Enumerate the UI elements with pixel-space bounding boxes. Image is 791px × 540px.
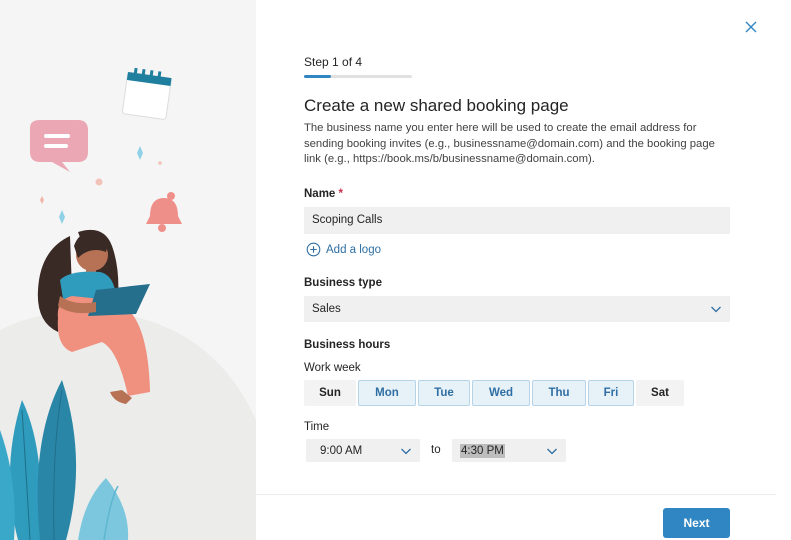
step-indicator: Step 1 of 4 bbox=[304, 55, 363, 69]
calendar-icon bbox=[122, 67, 172, 120]
bell-icon bbox=[146, 192, 182, 232]
day-toggle-sun[interactable]: Sun bbox=[304, 380, 356, 406]
page-description: The business name you enter here will be… bbox=[304, 122, 715, 165]
booking-illustration bbox=[0, 67, 256, 540]
sparkle-icon bbox=[40, 196, 44, 204]
day-toggle-fri[interactable]: Fri bbox=[588, 380, 634, 406]
progress-bar-fill bbox=[304, 75, 331, 78]
time-separator: to bbox=[431, 444, 441, 456]
start-time-select[interactable]: 9:00 AM bbox=[306, 439, 420, 462]
progress-bar bbox=[304, 75, 412, 78]
start-time-value: 9:00 AM bbox=[320, 444, 363, 457]
chevron-down-icon bbox=[547, 448, 557, 454]
illustration-panel bbox=[0, 0, 256, 540]
close-button[interactable] bbox=[742, 18, 760, 36]
day-toggle-mon[interactable]: Mon bbox=[358, 380, 416, 406]
work-week-days: Sun Mon Tue Wed Thu Fri Sat bbox=[304, 380, 684, 406]
day-toggle-sat[interactable]: Sat bbox=[636, 380, 684, 406]
work-week-label: Work week bbox=[304, 362, 361, 374]
name-label: Name * bbox=[304, 188, 343, 200]
add-circle-icon bbox=[306, 242, 321, 257]
business-type-label: Business type bbox=[304, 277, 382, 289]
day-toggle-thu[interactable]: Thu bbox=[532, 380, 586, 406]
business-type-select[interactable]: Sales bbox=[304, 296, 730, 322]
required-marker: * bbox=[338, 188, 344, 200]
add-logo-label: Add a logo bbox=[326, 243, 381, 256]
chevron-down-icon bbox=[401, 448, 411, 454]
add-logo-button[interactable]: Add a logo bbox=[306, 242, 381, 257]
end-time-select[interactable]: 4:30 PM bbox=[452, 439, 566, 462]
chevron-down-icon bbox=[711, 306, 721, 313]
page-title: Create a new shared booking page bbox=[304, 96, 569, 115]
sparkle-icon bbox=[137, 146, 143, 160]
end-time-value: 4:30 PM bbox=[460, 443, 505, 458]
day-toggle-wed[interactable]: Wed bbox=[472, 380, 530, 406]
day-toggle-tue[interactable]: Tue bbox=[418, 380, 470, 406]
close-icon bbox=[745, 21, 757, 33]
form-panel: Step 1 of 4 Create a new shared booking … bbox=[256, 0, 791, 540]
time-label: Time bbox=[304, 421, 330, 433]
chat-bubble-icon bbox=[30, 120, 88, 172]
footer-divider bbox=[256, 494, 776, 495]
next-button[interactable]: Next bbox=[663, 508, 730, 538]
name-input[interactable] bbox=[304, 207, 730, 234]
business-type-value: Sales bbox=[312, 303, 341, 315]
sparkle-icon bbox=[59, 210, 65, 224]
name-label-text: Name bbox=[304, 188, 336, 200]
business-hours-label: Business hours bbox=[304, 339, 391, 351]
